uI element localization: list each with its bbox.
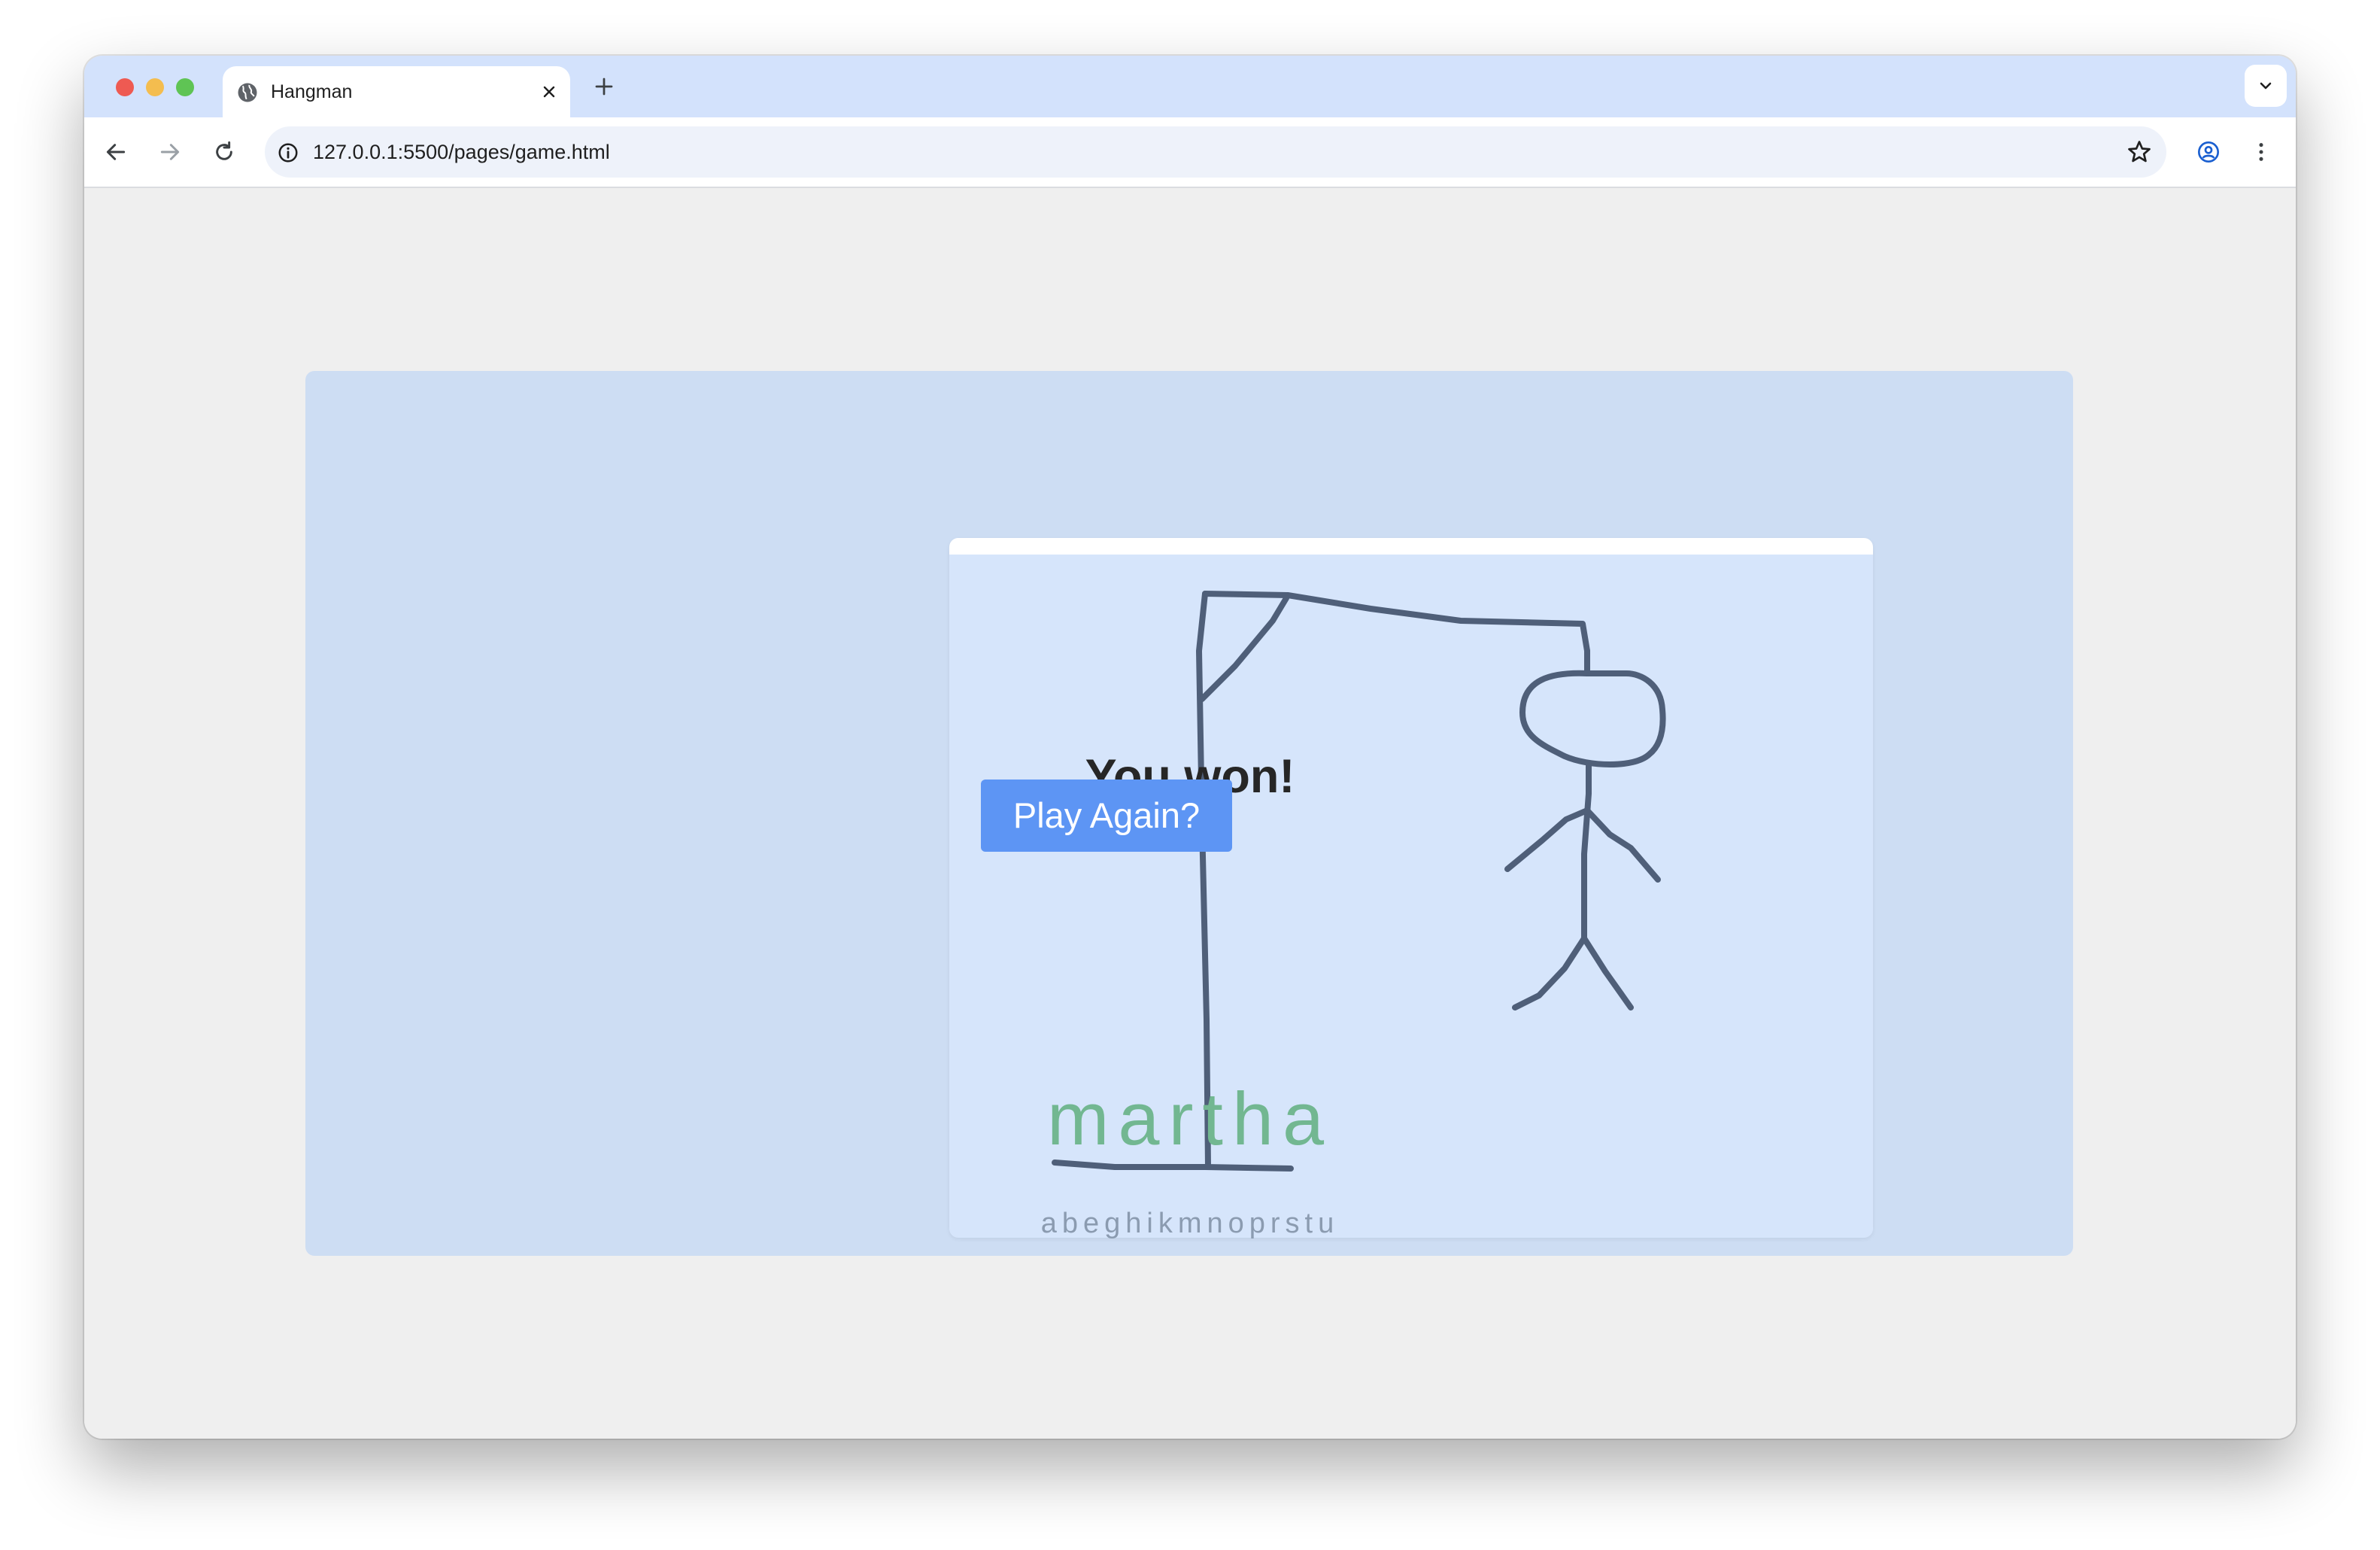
gallows-base [1052, 1159, 1294, 1172]
bookmark-star-icon[interactable] [2126, 138, 2153, 166]
tab-title: Hangman [271, 81, 353, 102]
profile-icon [2198, 141, 2219, 163]
hangman-left-leg [1512, 935, 1587, 1011]
maximize-window-button[interactable] [176, 78, 194, 96]
address-bar[interactable]: 127.0.0.1:5500/pages/game.html [265, 126, 2166, 178]
browser-toolbar: 127.0.0.1:5500/pages/game.html [84, 117, 2296, 188]
gallows-beam [1202, 591, 1590, 654]
hangman-right-leg [1581, 935, 1634, 1011]
site-info-icon[interactable] [277, 141, 299, 164]
tab-search-button[interactable] [2245, 65, 2287, 107]
tab-hangman[interactable]: Hangman [223, 66, 570, 117]
more-menu-icon [2259, 143, 2263, 161]
close-window-button[interactable] [116, 78, 134, 96]
gallows-brace [1199, 595, 1289, 702]
new-tab-icon[interactable] [593, 75, 615, 98]
more-menu-button[interactable] [2245, 135, 2278, 169]
hangman-left-arm [1504, 807, 1590, 872]
globe-icon [238, 83, 257, 102]
hangman-right-arm [1584, 807, 1661, 883]
forward-button[interactable] [153, 135, 187, 169]
url-text: 127.0.0.1:5500/pages/game.html [313, 141, 610, 163]
forward-arrow-icon [160, 144, 180, 160]
back-arrow-icon [106, 144, 126, 160]
play-again-button[interactable]: Play Again? [981, 780, 1232, 852]
guessed-letters: abeghikmnoprstu [1040, 1208, 1340, 1239]
close-tab-icon[interactable] [540, 83, 558, 101]
secret-word: martha [1046, 1077, 1334, 1160]
chevron-down-icon [2260, 82, 2272, 90]
profile-button[interactable] [2192, 135, 2225, 169]
minimize-window-button[interactable] [146, 78, 164, 96]
back-button[interactable] [99, 135, 132, 169]
reload-button[interactable] [208, 135, 241, 169]
tab-strip: Hangman [84, 56, 2296, 117]
reload-icon [216, 141, 232, 160]
